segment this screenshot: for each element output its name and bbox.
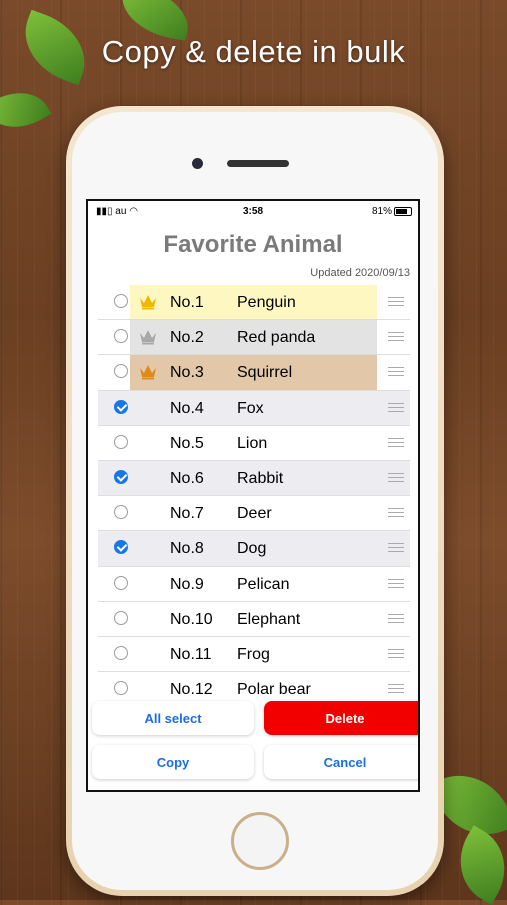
drag-handle-icon[interactable] xyxy=(388,648,404,659)
drag-handle-icon[interactable] xyxy=(388,613,404,624)
unchecked-radio-icon[interactable] xyxy=(114,681,128,696)
rank-number: No.6 xyxy=(170,469,204,487)
rank-number: No.7 xyxy=(170,505,204,523)
unchecked-radio-icon[interactable] xyxy=(114,364,128,379)
drag-handle-icon[interactable] xyxy=(388,332,404,342)
unchecked-radio-icon[interactable] xyxy=(114,329,128,344)
list-item[interactable]: No.8 Dog xyxy=(98,531,410,567)
crown-gold-icon xyxy=(140,295,156,310)
drag-handle-icon[interactable] xyxy=(388,578,404,589)
animal-name: Frog xyxy=(237,645,270,663)
rank-number: No.5 xyxy=(170,434,204,452)
animal-name: Lion xyxy=(237,434,268,452)
crown-bronze-icon xyxy=(140,365,156,380)
home-button[interactable] xyxy=(231,812,289,870)
headline: Copy & delete in bulk xyxy=(101,34,406,69)
unchecked-radio-icon[interactable] xyxy=(114,505,128,520)
animal-name: Red panda xyxy=(237,329,316,347)
animal-name: Elephant xyxy=(237,610,301,628)
animal-name: Fox xyxy=(237,399,264,417)
cancel-button[interactable]: Cancel xyxy=(264,745,418,779)
copy-button[interactable]: Copy xyxy=(92,745,254,779)
leaf-decoration xyxy=(0,78,52,142)
unchecked-radio-icon[interactable] xyxy=(114,575,128,590)
action-bar: All select Delete Copy Cancel xyxy=(88,695,418,790)
rank-number: No.8 xyxy=(170,540,204,558)
ranking-list: No.1 Penguin No.2 Red panda No.3 Squirrel No.4… xyxy=(98,285,410,708)
drag-handle-icon[interactable] xyxy=(388,543,404,553)
unchecked-radio-icon[interactable] xyxy=(114,294,128,308)
list-item[interactable]: No.1 Penguin xyxy=(98,285,410,321)
checked-radio-icon[interactable] xyxy=(114,399,128,414)
rank-number: No.3 xyxy=(170,364,204,382)
unchecked-radio-icon[interactable] xyxy=(114,645,128,660)
animal-name: Penguin xyxy=(237,294,296,311)
drag-handle-icon[interactable] xyxy=(388,437,404,448)
rank-number: No.9 xyxy=(170,575,204,593)
drag-handle-icon[interactable] xyxy=(388,508,404,518)
list-item[interactable]: No.3 Squirrel xyxy=(98,355,410,391)
rank-number: No.2 xyxy=(170,329,204,347)
front-camera-icon xyxy=(192,158,203,169)
animal-name: Pelican xyxy=(237,575,290,593)
list-item[interactable]: No.7 Deer xyxy=(98,496,410,532)
list-item[interactable]: No.10 Elephant xyxy=(98,602,410,637)
drag-handle-icon[interactable] xyxy=(388,367,404,377)
rank-number: No.11 xyxy=(170,645,212,663)
list-item[interactable]: No.4 Fox xyxy=(98,390,410,426)
rank-number: No.4 xyxy=(170,399,204,417)
all-select-button[interactable]: All select xyxy=(92,701,254,735)
checked-radio-icon[interactable] xyxy=(114,469,128,484)
drag-handle-icon[interactable] xyxy=(388,472,404,483)
page-title: Favorite Animal xyxy=(163,231,343,258)
app-screen: ▮▮▯ au ◠ 3:58 81% Favorite Animal Update… xyxy=(86,199,420,792)
rank-number: No.10 xyxy=(170,610,213,628)
battery-icon xyxy=(394,207,412,216)
list-item[interactable]: No.2 Red panda xyxy=(98,320,410,356)
animal-name: Squirrel xyxy=(237,364,293,382)
unchecked-radio-icon[interactable] xyxy=(114,610,128,625)
list-item[interactable]: No.6 Rabbit xyxy=(98,460,410,497)
clock: 3:58 xyxy=(242,206,263,217)
drag-handle-icon[interactable] xyxy=(388,684,404,694)
drag-handle-icon[interactable] xyxy=(388,297,404,307)
animal-name: Dog xyxy=(237,540,267,558)
speaker-grille xyxy=(227,160,289,167)
animal-name: Rabbit xyxy=(237,469,284,487)
delete-button[interactable]: Delete xyxy=(264,701,418,735)
leaf-decoration xyxy=(443,825,507,905)
list-item[interactable]: No.11 Frog xyxy=(98,637,410,673)
drag-handle-icon[interactable] xyxy=(388,402,404,413)
animal-name: Deer xyxy=(237,505,272,523)
battery-percent: 81% xyxy=(371,206,392,217)
unchecked-radio-icon[interactable] xyxy=(114,434,128,449)
list-item[interactable]: No.9 Pelican xyxy=(98,567,410,602)
crown-silver-icon xyxy=(140,330,156,345)
list-item[interactable]: No.5 Lion xyxy=(98,426,410,461)
updated-date: Updated 2020/09/13 xyxy=(310,267,410,279)
status-bar: ▮▮▯ au ◠ 3:58 81% xyxy=(88,201,418,221)
rank-number: No.1 xyxy=(170,294,204,311)
